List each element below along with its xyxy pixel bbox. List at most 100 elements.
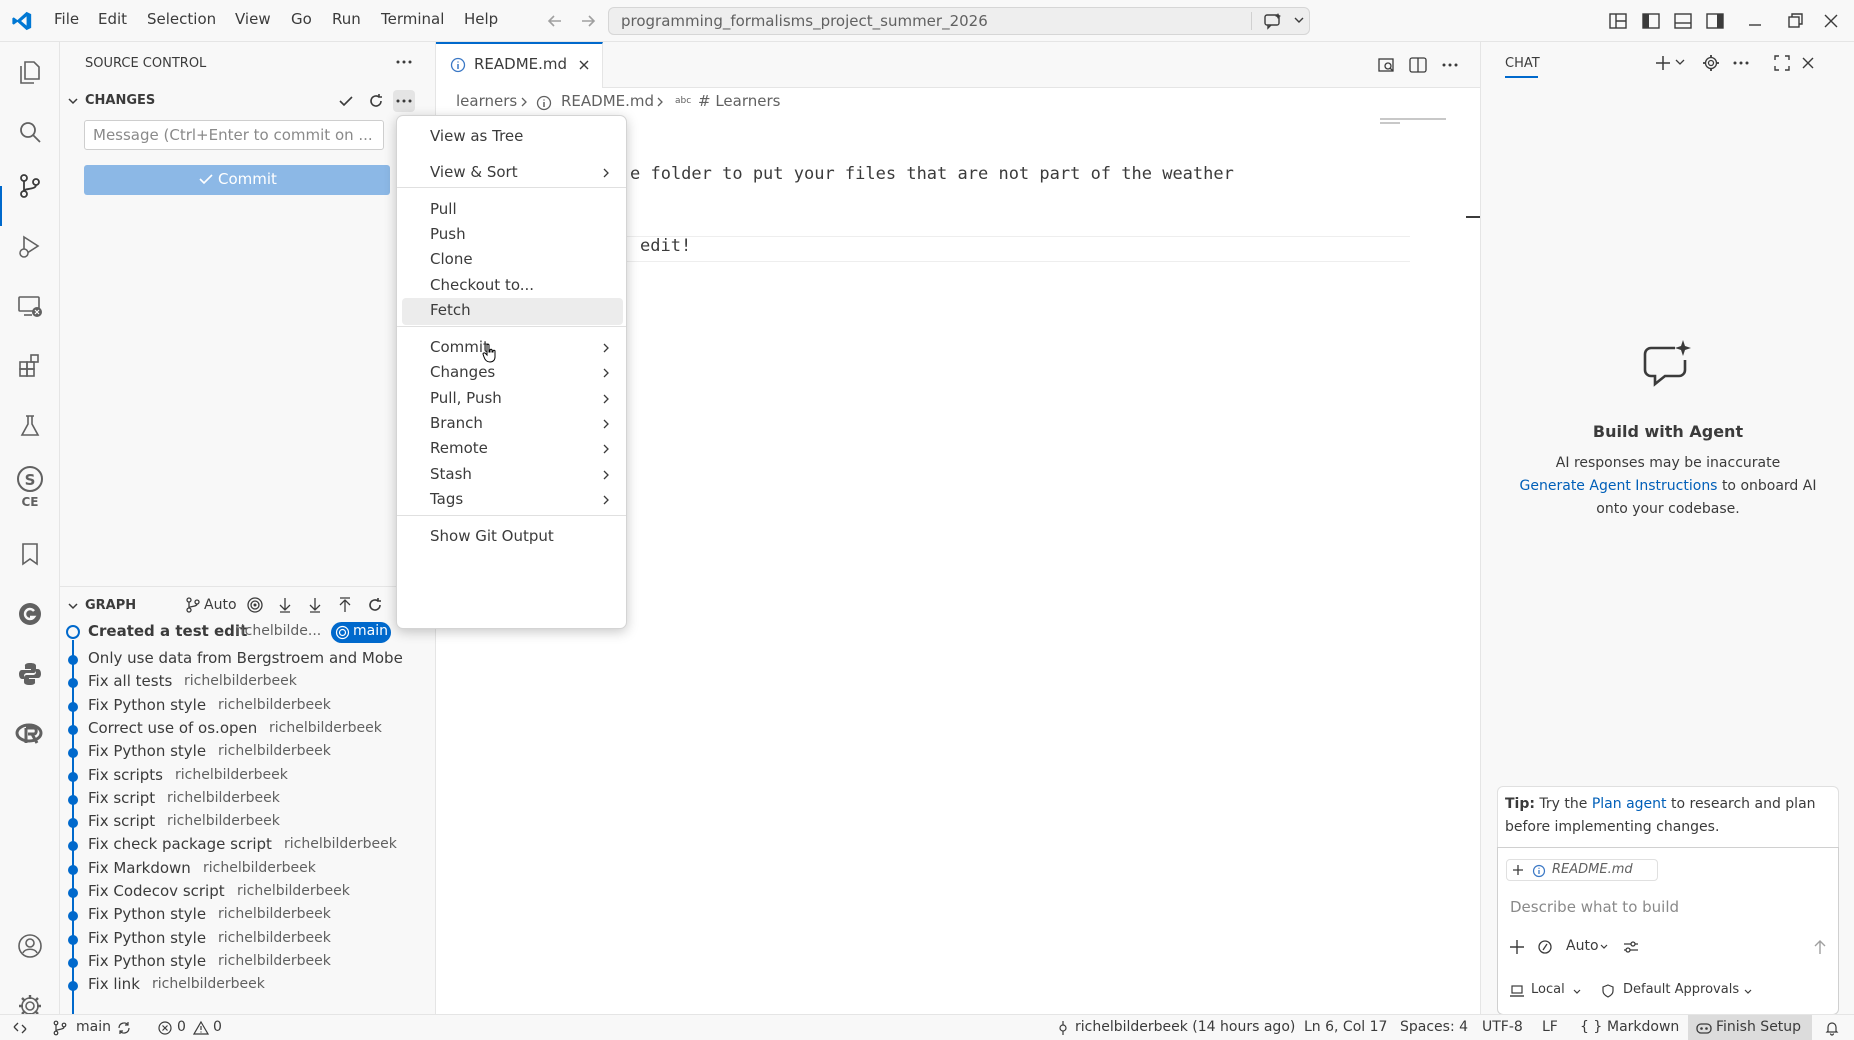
graph-auto-label[interactable]: Auto [204, 597, 237, 613]
tab-readme[interactable]: README.md [436, 42, 603, 88]
chat-settings-gear-icon[interactable] [1702, 54, 1720, 72]
breadcrumb-folder[interactable]: learners [456, 92, 517, 110]
graph-section-title[interactable]: GRAPH [85, 598, 136, 613]
target-icon[interactable] [246, 596, 264, 614]
sync-icon[interactable] [116, 1020, 132, 1036]
finish-setup-button[interactable]: Finish Setup [1688, 1015, 1812, 1040]
attachment-chip[interactable]: README.md [1506, 859, 1658, 881]
chat-sparkle-icon[interactable] [1263, 12, 1283, 30]
graph-commit-row[interactable]: Fix link richelbilderbeek [60, 972, 436, 999]
menu-item-push[interactable]: Push [402, 222, 623, 249]
menu-item-stash[interactable]: Stash [402, 462, 623, 489]
minimap[interactable] [1378, 116, 1448, 126]
status-cursor-position[interactable]: Ln 6, Col 17 [1304, 1019, 1387, 1035]
add-context-plus-icon[interactable] [1508, 938, 1526, 956]
menu-item-remote[interactable]: Remote [402, 436, 623, 463]
testing-flask-icon[interactable] [10, 406, 50, 446]
menu-item-branch[interactable]: Branch [402, 411, 623, 438]
status-eol[interactable]: LF [1542, 1019, 1558, 1035]
chat-tab-label[interactable]: CHAT [1505, 56, 1540, 71]
commit-check-icon[interactable] [337, 92, 355, 110]
command-center-search[interactable]: programming_formalisms_project_summer_20… [608, 7, 1310, 35]
split-editor-icon[interactable] [1408, 56, 1428, 74]
warning-icon[interactable] [193, 1020, 209, 1036]
menu-item-show-git-output[interactable]: Show Git Output [402, 524, 623, 551]
remote-explorer-icon[interactable] [10, 286, 50, 326]
plus-icon[interactable] [1512, 864, 1524, 876]
new-chat-plus-icon[interactable] [1653, 54, 1673, 72]
breadcrumb-file[interactable]: README.md [561, 92, 654, 110]
gitkraken-icon[interactable] [10, 594, 50, 634]
chevron-down-icon[interactable] [66, 599, 80, 613]
r-language-icon[interactable] [10, 714, 50, 754]
customize-layout-icon[interactable] [1608, 11, 1628, 31]
menu-item-checkout-to[interactable]: Checkout to... [402, 273, 623, 300]
model-picker[interactable]: Auto [1566, 938, 1599, 954]
forward-arrow-icon[interactable] [579, 12, 597, 30]
chat-more-actions-icon[interactable] [1731, 54, 1751, 72]
chevron-down-icon[interactable] [1743, 987, 1753, 997]
back-arrow-icon[interactable] [546, 12, 564, 30]
braces-icon[interactable]: { } [1580, 1019, 1602, 1035]
more-actions-icon[interactable] [394, 54, 414, 70]
location-picker[interactable]: Local [1531, 982, 1565, 997]
pull-icon[interactable] [306, 596, 324, 614]
push-icon[interactable] [336, 596, 354, 614]
graph-head-commit[interactable]: Created a test edit richelbilde... main [60, 619, 436, 646]
status-errors[interactable]: 0 [177, 1019, 186, 1035]
toggle-secondary-sidebar-icon[interactable] [1705, 11, 1725, 31]
toggle-primary-sidebar-icon[interactable] [1641, 11, 1661, 31]
run-debug-icon[interactable] [10, 226, 50, 266]
toggle-panel-icon[interactable] [1673, 11, 1693, 31]
code-line-2[interactable]: edit! [640, 236, 691, 256]
breadcrumb-symbol[interactable]: # Learners [698, 92, 780, 110]
remote-indicator-icon[interactable] [12, 1020, 28, 1036]
error-icon[interactable] [157, 1020, 173, 1036]
accounts-icon[interactable] [10, 926, 50, 966]
menu-run[interactable]: Run [332, 10, 361, 28]
status-language[interactable]: Markdown [1607, 1019, 1679, 1035]
status-branch[interactable]: main [76, 1019, 111, 1035]
chevron-down-icon[interactable] [1572, 987, 1582, 997]
generate-instructions-link[interactable]: Generate Agent Instructions [1520, 478, 1718, 494]
plan-agent-link[interactable]: Plan agent [1592, 796, 1667, 812]
extensions-icon[interactable] [10, 346, 50, 386]
changes-section-title[interactable]: CHANGES [85, 93, 155, 108]
menu-item-fetch[interactable]: Fetch [402, 298, 623, 325]
close-icon[interactable] [577, 58, 591, 72]
menu-terminal[interactable]: Terminal [381, 10, 444, 28]
chevron-down-icon[interactable] [1599, 942, 1609, 952]
more-actions-button[interactable] [393, 90, 415, 112]
chevron-down-icon[interactable] [1293, 14, 1305, 26]
bell-icon[interactable] [1824, 1020, 1840, 1036]
status-indentation[interactable]: Spaces: 4 [1400, 1019, 1468, 1035]
agent-mode-icon[interactable] [1536, 938, 1554, 956]
status-blame[interactable]: richelbilderbeek (14 hours ago) [1075, 1019, 1295, 1035]
send-arrow-icon[interactable] [1812, 938, 1828, 956]
bookmark-icon[interactable] [10, 534, 50, 574]
menu-view[interactable]: View [235, 10, 271, 28]
branch-icon[interactable] [184, 596, 202, 614]
minimize-icon[interactable] [1746, 11, 1764, 31]
editor-more-actions-icon[interactable] [1440, 56, 1460, 74]
explorer-icon[interactable] [10, 52, 50, 92]
close-icon[interactable] [1799, 54, 1817, 72]
maximize-icon[interactable] [1773, 54, 1791, 72]
branch-icon[interactable] [52, 1020, 68, 1036]
configure-tools-icon[interactable] [1622, 938, 1640, 956]
menu-item-view-sort[interactable]: View & Sort [402, 160, 623, 187]
chevron-down-icon[interactable] [66, 94, 80, 108]
approvals-picker[interactable]: Default Approvals [1623, 982, 1739, 997]
menu-item-commit[interactable]: Commit [402, 335, 623, 362]
python-icon[interactable] [10, 654, 50, 694]
menu-help[interactable]: Help [464, 10, 498, 28]
commit-message-input[interactable]: Message (Ctrl+Enter to commit on ... [84, 120, 384, 150]
menu-file[interactable]: File [54, 10, 79, 28]
menu-item-clone[interactable]: Clone [402, 247, 623, 274]
sonarlint-ce-icon[interactable]: S CE [10, 462, 50, 512]
open-preview-icon[interactable] [1377, 56, 1397, 74]
close-window-icon[interactable] [1822, 11, 1840, 31]
chevron-down-icon[interactable] [1674, 56, 1686, 68]
menu-selection[interactable]: Selection [147, 10, 216, 28]
refresh-graph-icon[interactable] [366, 596, 384, 614]
